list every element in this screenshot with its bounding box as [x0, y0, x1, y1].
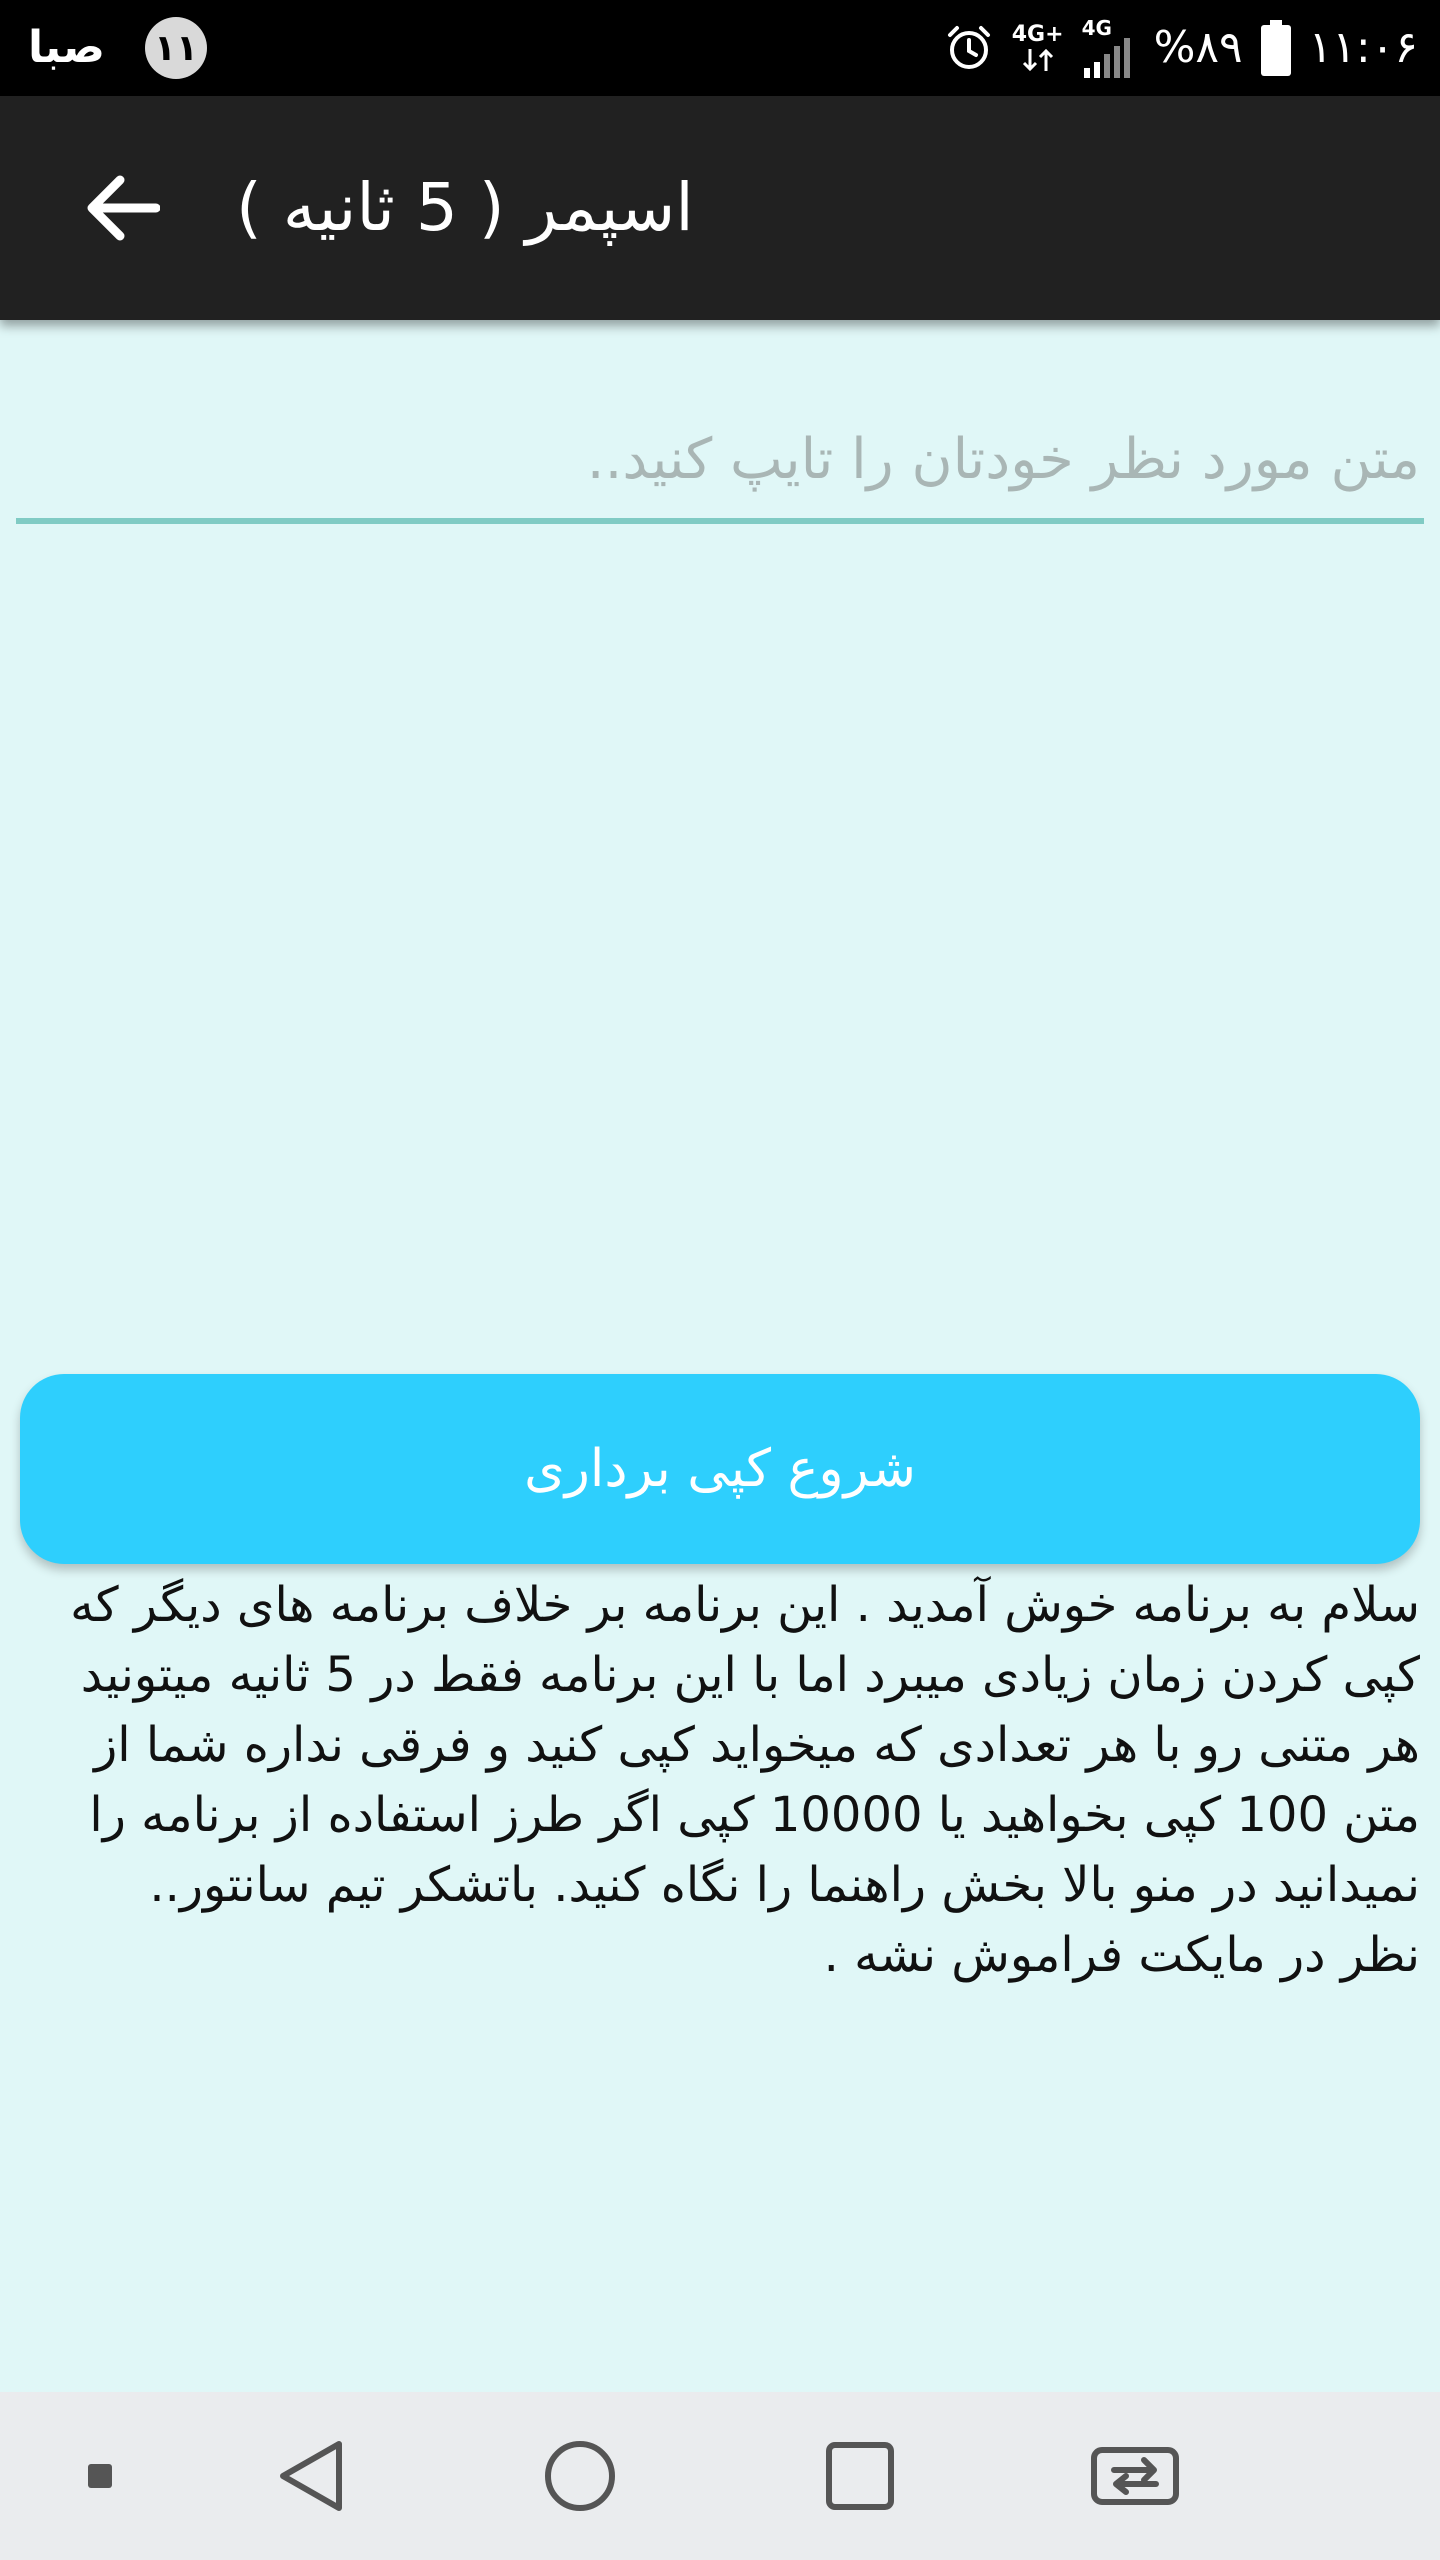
app-bar: اسپمر ( 5 ثانیه ) — [0, 96, 1440, 320]
battery-percent: %۸۹ — [1153, 22, 1243, 73]
switch-apps-icon — [1091, 2447, 1179, 2505]
app-notification-mark: صبا — [28, 22, 105, 73]
status-bar: صبا ۱۱ 4G+ 4G %۸۹ ۱۱:۰۶ — [0, 0, 1440, 96]
battery-icon — [1260, 20, 1291, 76]
page-title: اسپمر ( 5 ثانیه ) — [236, 169, 694, 246]
status-time: ۱۱:۰۶ — [1308, 22, 1418, 73]
description-text: سلام به برنامه خوش آمدید . این برنامه بر… — [70, 1577, 1420, 1983]
nav-switch-button[interactable] — [1070, 2392, 1200, 2560]
circle-home-icon — [545, 2441, 615, 2511]
status-left: صبا ۱۱ — [28, 16, 207, 80]
small-square-icon — [88, 2464, 112, 2488]
nav-home-button[interactable] — [520, 2392, 640, 2560]
navigation-bar — [0, 2392, 1440, 2560]
square-recents-icon — [826, 2442, 894, 2510]
alarm-icon — [944, 23, 994, 73]
status-right: 4G+ 4G %۸۹ ۱۱:۰۶ — [944, 16, 1418, 80]
notification-count-badge: ۱۱ — [145, 17, 207, 79]
arrow-left-icon — [87, 175, 160, 241]
nav-back-button[interactable] — [250, 2392, 370, 2560]
triangle-back-icon — [280, 2441, 342, 2511]
network-label: 4G+ — [1011, 22, 1064, 47]
nav-pin-button[interactable] — [60, 2392, 140, 2560]
signal-label: 4G — [1081, 16, 1112, 40]
start-copy-button[interactable]: شروع کپی برداری — [20, 1374, 1420, 1564]
signal-icon: 4G — [1082, 18, 1136, 78]
nav-recents-button[interactable] — [800, 2392, 920, 2560]
comment-input[interactable] — [16, 400, 1424, 524]
network-type-icon: 4G+ — [1012, 23, 1064, 73]
back-button[interactable] — [62, 148, 182, 268]
